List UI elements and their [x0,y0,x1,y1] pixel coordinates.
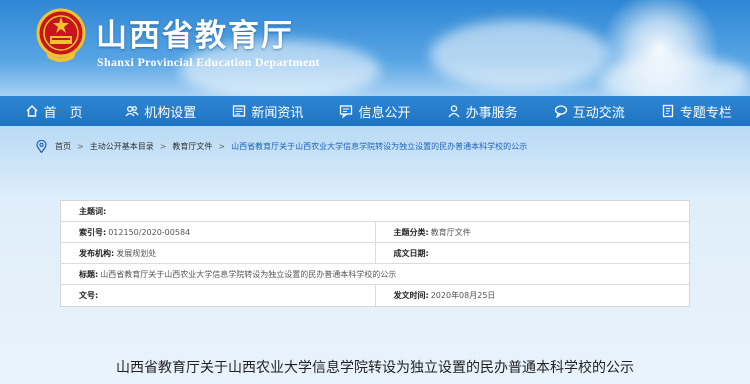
nav-label: 首 页 [43,105,83,121]
subject-label: 主题词: [79,206,107,216]
nav-info-disclosure[interactable]: 信息公开 [321,96,428,126]
document-info-table: 主题词: 索引号: 012150/2020-00584 主题分类: 教育厅文件 … [60,200,690,307]
nav-label: 专题专栏 [679,105,732,121]
date-label: 成文日期: [393,248,429,258]
publisher-cell: 发布机构: 发展规划处 [61,243,375,263]
site-subtitle: Shanxi Provincial Education Department [97,55,320,69]
cloud-decoration [430,20,610,90]
breadcrumb-separator: > [77,142,84,151]
site-title[interactable]: 山西省教育厅 [96,10,294,55]
category-value: 教育厅文件 [430,227,471,237]
nav-label: 办事服务 [465,105,518,121]
info-row: 标题: 山西省教育厅关于山西农业大学信息学院转设为独立设置的民办普通本科学校的公… [61,264,689,285]
category-label: 主题分类: [393,227,429,237]
breadcrumb-separator: > [218,142,226,151]
breadcrumb-current[interactable]: 山西省教育厅关于山西农业大学信息学院转设为独立设置的民办普通本科学校的公示 [231,141,527,152]
info-icon [340,105,353,118]
docno-label: 文号: [79,291,99,300]
category-cell: 主题分类: 教育厅文件 [374,222,690,242]
breadcrumb-files[interactable]: 教育厅文件 [172,141,212,152]
org-icon [125,106,139,117]
pubdate-value: 2020年08月25日 [430,291,496,300]
nav-label: 信息公开 [358,105,411,121]
title-cell: 标题: 山西省教育厅关于山西农业大学信息学院转设为独立设置的民办普通本科学校的公… [61,264,689,284]
national-emblem-icon [36,8,86,62]
nav-organization[interactable]: 机构设置 [107,96,214,126]
docno-cell: 文号: [61,285,375,306]
breadcrumb: 首页 > 主动公开基本目录 > 教育厅文件 > 山西省教育厅关于山西农业大学信息… [36,140,527,153]
nav-topics[interactable]: 专题专栏 [643,96,750,126]
pubdate-label: 发文时间: [393,291,429,300]
service-icon [448,105,460,118]
nav-interaction[interactable]: 互动交流 [536,96,643,126]
info-row: 发布机构: 发展规划处 成文日期: [61,243,689,264]
home-icon [26,105,38,117]
breadcrumb-separator: > [159,142,167,151]
info-row: 文号: 发文时间: 2020年08月25日 [61,285,689,306]
publisher-value: 发展规划处 [116,248,157,258]
nav-home[interactable]: 首 页 [0,96,107,126]
index-value: 012150/2020-00584 [108,227,191,237]
nav-label: 机构设置 [144,105,197,121]
nav-label: 互动交流 [572,105,625,121]
topic-icon [662,104,674,118]
nav-services[interactable]: 办事服务 [429,96,536,126]
nav-news[interactable]: 新闻资讯 [214,96,321,126]
info-row: 主题词: [61,201,689,222]
dandelion-decoration [600,0,720,96]
index-cell: 索引号: 012150/2020-00584 [61,222,375,242]
info-row: 索引号: 012150/2020-00584 主题分类: 教育厅文件 [61,222,689,243]
breadcrumb-home[interactable]: 首页 [55,141,71,152]
news-icon [233,105,246,117]
site-header: 山西省教育厅 Shanxi Provincial Education Depar… [0,0,750,96]
chat-icon [554,105,567,118]
title-label: 标题: [79,269,99,279]
publisher-label: 发布机构: [79,248,115,258]
subject-cell: 主题词: [61,201,689,221]
date-cell: 成文日期: [374,243,690,263]
document-title: 山西省教育厅关于山西农业大学信息学院转设为独立设置的民办普通本科学校的公示 [116,360,634,376]
nav-label: 新闻资讯 [251,105,304,121]
index-label: 索引号: [79,227,107,237]
location-pin-icon [36,140,47,153]
pubdate-cell: 发文时间: 2020年08月25日 [374,285,690,306]
main-nav: 首 页 机构设置 新闻资讯 信息公开 办事服务 互动交流 专题专栏 [0,96,750,126]
breadcrumb-catalog[interactable]: 主动公开基本目录 [90,141,154,152]
title-value: 山西省教育厅关于山西农业大学信息学院转设为独立设置的民办普通本科学校的公示 [100,269,397,279]
